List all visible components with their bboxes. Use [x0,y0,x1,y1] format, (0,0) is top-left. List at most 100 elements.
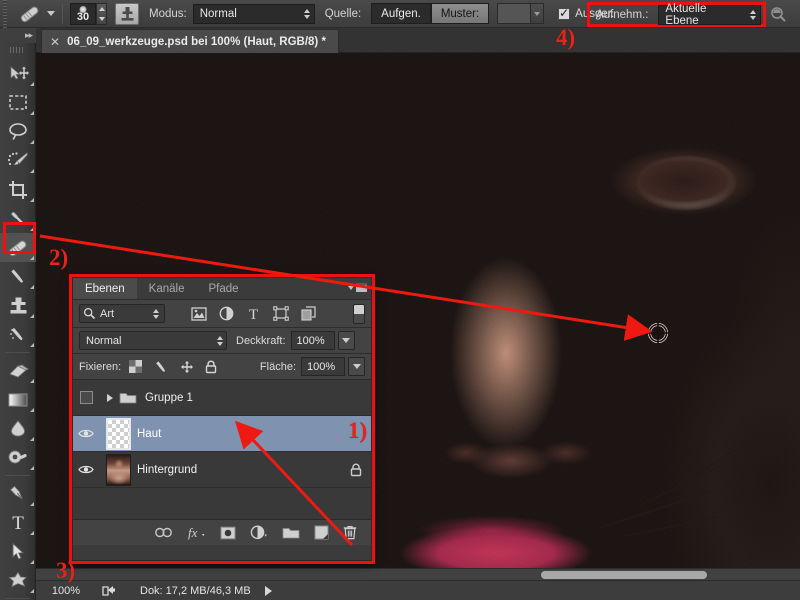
table-row[interactable]: Haut [73,416,371,452]
delete-layer-button[interactable] [343,525,357,540]
sidebar-tool-brush[interactable] [0,262,36,291]
pixel-layer-filter-icon[interactable] [191,307,207,321]
tab-ebenen[interactable]: Ebenen [73,278,137,299]
sidebar-tool-healing-brush[interactable] [0,233,36,262]
layer-name: Haut [137,428,161,440]
lock-image-pixels-icon[interactable] [153,360,169,374]
sidebar-tool-lasso[interactable] [0,117,36,146]
layer-visibility-toggle[interactable] [73,391,99,404]
tab-pfade[interactable]: Pfade [196,278,250,299]
layer-filter-select[interactable]: Art [79,304,165,323]
zoom-level-field[interactable]: 100% [36,585,96,597]
options-bar-gripper[interactable] [0,0,9,28]
divider [5,475,30,476]
sidebar-tool-gradient[interactable] [0,385,36,414]
pattern-swatch[interactable] [497,3,531,24]
source-option-pattern[interactable]: Muster: [431,3,489,24]
tools-panel: ▸▸ [0,28,36,600]
sidebar-tool-path-selection[interactable] [0,537,36,566]
source-segmented-control[interactable]: Aufgen. Muster: [371,3,489,24]
lock-transparency-icon[interactable] [129,360,142,373]
sample-label: Aufnehm.: [596,9,648,21]
sidebar-tool-crop[interactable] [0,175,36,204]
lock-all-icon[interactable] [205,360,217,374]
adjustment-layer-button[interactable] [250,525,268,540]
sidebar-tool-type[interactable]: T [0,508,36,537]
clone-stamp-icon [9,296,28,316]
filter-toggle-switch[interactable] [353,304,365,324]
layer-mask-button[interactable] [220,526,236,540]
ignore-adjustment-layers-icon[interactable] [770,6,787,23]
sidebar-tool-eraser[interactable] [0,356,36,385]
lock-position-icon[interactable] [180,360,194,374]
sidebar-tool-marquee[interactable] [0,88,36,117]
blend-mode-select[interactable]: Normal [79,331,227,350]
sidebar-tool-history-brush[interactable] [0,320,36,349]
collapse-panel-icon[interactable]: ▸▸ [0,28,36,43]
tool-preset-chevron-down-icon[interactable] [47,11,55,16]
table-row[interactable]: Gruppe 1 [73,380,371,416]
panel-menu-icon[interactable] [348,283,367,292]
eye-icon [78,428,94,439]
callout-1: 1) [348,418,367,444]
new-group-button[interactable] [282,526,300,540]
sidebar-tool-quick-selection[interactable] [0,146,36,175]
opacity-chevron-down-icon[interactable] [338,331,355,350]
source-label: Quelle: [325,8,361,20]
type-layer-filter-icon[interactable]: T [246,306,261,321]
layers-panel: Ebenen Kanäle Pfade Art [72,277,372,561]
sidebar-tool-move[interactable] [0,59,36,88]
share-icon[interactable] [96,584,122,597]
smart-object-filter-icon[interactable] [301,306,317,321]
sidebar-tool-eyedropper[interactable] [0,204,36,233]
document-size-text: Dok: 17,2 MB/46,3 MB [140,585,251,597]
brush-size-field[interactable]: 30 [70,3,96,25]
sample-select[interactable]: Aktuelle Ebene [658,5,761,25]
blur-drop-icon [8,419,28,438]
link-layers-button[interactable] [155,527,172,538]
opacity-label: Deckkraft: [236,335,286,347]
layer-thumbnail[interactable] [99,454,137,486]
document-tab[interactable]: ✕ 06_09_werkzeuge.psd bei 100% (Haut, RG… [41,29,339,53]
layer-thumbnail[interactable] [99,418,137,450]
document-tab-title: 06_09_werkzeuge.psd bei 100% (Haut, RGB/… [67,36,326,48]
close-icon[interactable]: ✕ [50,35,60,49]
layer-visibility-toggle[interactable] [73,464,99,475]
pattern-chevron-down-icon[interactable] [531,3,544,24]
table-row[interactable]: Hintergrund [73,452,371,488]
layers-list-empty-area[interactable] [73,490,371,519]
layer-name: Gruppe 1 [145,392,193,404]
adjustment-layer-filter-icon[interactable] [219,306,234,321]
tools-panel-gripper[interactable] [10,45,25,55]
aligned-checkbox[interactable] [558,8,570,20]
svg-text:T: T [12,513,24,532]
brush-preview-dot [80,6,87,13]
chevron-right-icon[interactable] [107,394,113,402]
new-layer-icon [314,525,329,540]
source-option-sampled[interactable]: Aufgen. [371,3,431,24]
canvas-horizontal-scrollbar[interactable] [36,568,800,580]
fill-field[interactable]: 100% [301,357,345,376]
layer-visibility-toggle[interactable] [73,428,99,439]
sidebar-tool-pen[interactable] [0,479,36,508]
new-layer-button[interactable] [314,525,329,540]
sidebar-tool-custom-shape[interactable] [0,566,36,595]
brush-size-stepper[interactable] [96,3,107,25]
portrait-photo-thumbnail [106,454,131,486]
sidebar-tool-clone-stamp[interactable] [0,291,36,320]
status-bar: 100% Dok: 17,2 MB/46,3 MB [36,580,800,600]
clone-stamp-icon[interactable] [115,3,139,25]
sidebar-tool-dodge[interactable] [0,443,36,472]
layer-style-button[interactable]: fx [186,525,206,540]
mode-select[interactable]: Normal [193,4,315,24]
healing-brush-icon[interactable] [15,3,45,25]
shape-layer-filter-icon[interactable] [273,306,289,321]
scrollbar-thumb[interactable] [541,571,707,579]
right-triangle-icon[interactable] [265,586,272,596]
folder-icon [119,391,137,405]
fill-chevron-down-icon[interactable] [348,357,365,376]
opacity-field[interactable]: 100% [291,331,335,350]
sidebar-tool-blur[interactable] [0,414,36,443]
mode-value: Normal [200,8,237,20]
tab-kanaele[interactable]: Kanäle [137,278,197,299]
